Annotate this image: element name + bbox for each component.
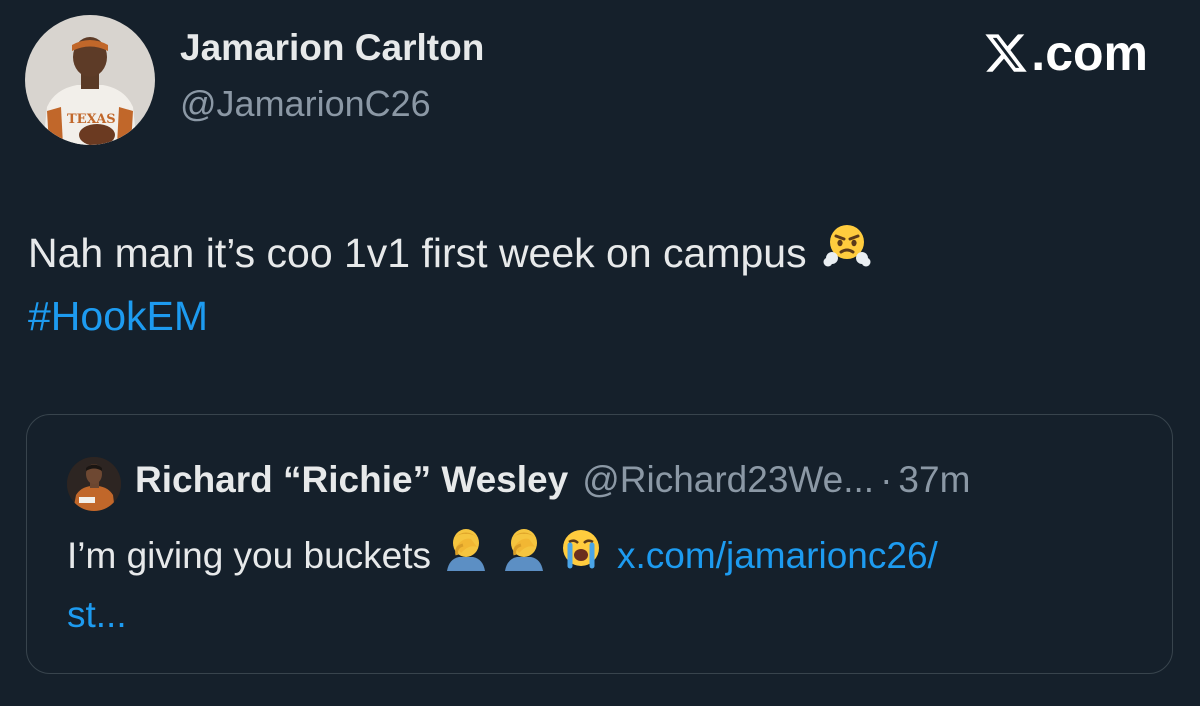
quoted-timestamp[interactable]: 37m <box>898 459 970 501</box>
man-facepalming-icon <box>501 525 547 587</box>
quoted-link[interactable]: x.com/jamarionc26/ <box>617 528 938 584</box>
quoted-text: I’m giving you buckets <box>67 535 432 576</box>
quoted-avatar-photo-icon <box>67 457 121 511</box>
avatar-photo-icon: TEXAS <box>25 15 155 145</box>
quoted-author-name[interactable]: Richard “Richie” Wesley <box>135 459 568 501</box>
quoted-author-avatar[interactable] <box>67 457 121 511</box>
author-avatar[interactable]: TEXAS <box>25 15 155 145</box>
quoted-header: Richard “Richie” Wesley @Richard23We... … <box>135 459 970 501</box>
quoted-body: I’m giving you buckets x.com/jamarionc26… <box>67 525 1147 643</box>
hashtag-link[interactable]: #HookEM <box>28 285 1168 347</box>
author-name[interactable]: Jamarion Carlton <box>180 27 484 69</box>
author-handle[interactable]: @JamarionC26 <box>180 83 431 125</box>
avatar-jersey-text: TEXAS <box>67 112 116 127</box>
tweet-text: Nah man it’s coo 1v1 first week on campu… <box>28 229 807 276</box>
separator-dot: · <box>880 459 893 500</box>
x-brand: .com <box>983 24 1148 82</box>
loudly-crying-face-icon <box>559 526 603 586</box>
brand-label: .com <box>1031 25 1148 81</box>
quoted-tweet-card[interactable]: Richard “Richie” Wesley @Richard23We... … <box>26 414 1173 674</box>
man-facepalming-icon <box>443 525 489 587</box>
face-with-steam-from-nose-icon <box>823 220 871 285</box>
tweet-body: Nah man it’s coo 1v1 first week on campu… <box>28 220 1168 347</box>
quoted-link-continued[interactable]: st... <box>67 587 1147 643</box>
quoted-author-handle[interactable]: @Richard23We... <box>582 459 874 501</box>
x-logo-icon <box>985 34 1028 72</box>
